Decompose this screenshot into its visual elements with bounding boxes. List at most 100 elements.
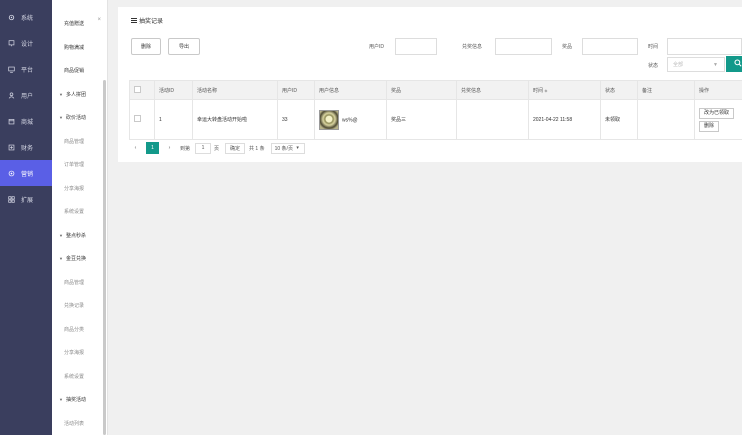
rail-item-marketing[interactable]: 营销 (0, 160, 52, 186)
rail-item-user[interactable]: 用户 (0, 82, 52, 108)
page-size-select[interactable]: 10 条/页 ▾ (270, 142, 305, 154)
desktop-icon (8, 66, 15, 73)
submenu-item-exchange-records[interactable]: 兑换记录 (52, 294, 107, 318)
goto-page-input[interactable]: 1 (195, 142, 212, 154)
submenu-item-recharge-gift[interactable]: 充值赠送 (52, 12, 107, 36)
time-cell: 2021-04-22 11:58 (528, 99, 601, 140)
next-page-button[interactable]: › (163, 142, 176, 154)
submenu-group-flash-sale[interactable]: ▼ 整点秒杀 (52, 224, 107, 248)
column-header: 活动ID (154, 80, 193, 100)
user-id-label: 用户ID (369, 44, 385, 50)
rail-item-label: 设计 (21, 41, 34, 48)
goto-confirm-button[interactable]: 确定 (225, 142, 246, 154)
submenu-item-bargain-goods[interactable]: 商品管理 (52, 130, 107, 154)
rail-item-label: 用户 (21, 93, 34, 100)
submenu-item-bargain-orders[interactable]: 订单管理 (52, 153, 107, 177)
delete-button[interactable]: 删除 (131, 38, 161, 55)
user-icon (8, 91, 15, 99)
prize-info-label: 兑奖信息 (462, 44, 483, 50)
submenu-group-lottery[interactable]: ▼ 抽奖活动 (52, 388, 107, 412)
prev-page-button[interactable]: ‹ (129, 142, 142, 154)
close-icon[interactable]: × (97, 17, 101, 23)
monitor-icon (8, 39, 15, 47)
submenu-item-full-reduction[interactable]: 购物满减 (52, 36, 107, 60)
table-row: 1 幸运大转盘活动开始啦 33 ws%@ 奖品三 2021-04-22 11:5… (129, 99, 742, 140)
submenu-group-bean-exchange[interactable]: ▼ 金豆兑换 (52, 247, 107, 271)
select-all-cell (129, 80, 155, 100)
prize-info-cell (456, 99, 529, 140)
rail-item-platform[interactable]: 平台 (0, 56, 52, 82)
remark-cell (637, 99, 695, 140)
main-nav-rail: 系统 设计 平台 用户 商城 财务 营销 扩展 (0, 0, 52, 435)
sub-nav: × 充值赠送 购物满减 商品促销 ▼ 多人拼团 ▼ 砍价活动 商品管理 订单管理 分… (52, 0, 108, 435)
submenu-item-exchange-poster[interactable]: 分享海报 (52, 341, 107, 365)
submenu-item-promotion[interactable]: 商品促销 (52, 59, 107, 83)
list-icon (131, 18, 137, 25)
total-count: 共 1 条 (249, 145, 265, 152)
column-header: 兑奖信息 (456, 80, 529, 100)
page-title: 抽奖记录 (131, 16, 163, 25)
page-1-button[interactable]: 1 (146, 142, 159, 154)
column-header: 状态 (600, 80, 638, 100)
user-id-cell: 33 (277, 99, 315, 140)
avatar (319, 109, 339, 130)
export-button[interactable]: 导出 (168, 38, 200, 55)
column-header: 用户ID (277, 80, 315, 100)
prize-input[interactable] (582, 38, 638, 55)
sort-icon[interactable]: ◆ (544, 88, 547, 93)
user-info-cell: ws%@ (314, 99, 387, 140)
pagination: ‹ 1 › 到第 1 页 确定 共 1 条 10 条/页 ▾ (129, 141, 305, 155)
prize-cell: 奖品三 (386, 99, 457, 140)
rail-item-extend[interactable]: 扩展 (0, 186, 52, 212)
submenu-item-bargain-settings[interactable]: 系统设置 (52, 200, 107, 224)
search-button[interactable] (726, 56, 742, 72)
rail-item-label: 商城 (21, 119, 34, 126)
row-delete-button[interactable]: 删除 (699, 120, 720, 132)
records-table: 活动ID 活动名称 用户ID 用户信息 奖品 兑奖信息 时间 ◆ 状态 备注 操… (129, 80, 742, 140)
goto-label: 到第 (180, 145, 191, 152)
caret-down-icon: ▼ (59, 397, 63, 403)
marketing-icon (8, 170, 15, 177)
column-header-time[interactable]: 时间 ◆ (528, 80, 601, 100)
finance-icon (8, 144, 15, 151)
activity-id-cell: 1 (154, 99, 193, 140)
rail-item-finance[interactable]: 财务 (0, 134, 52, 160)
rail-item-label: 扩展 (21, 197, 34, 204)
rail-item-system[interactable]: 系统 (0, 4, 52, 30)
rail-item-design[interactable]: 设计 (0, 30, 52, 56)
column-header: 用户信息 (314, 80, 387, 100)
page-unit-label: 页 (214, 145, 220, 152)
caret-down-icon: ▼ (59, 232, 63, 238)
submenu-group-bargain[interactable]: ▼ 砍价活动 (52, 106, 107, 130)
user-id-input[interactable] (395, 38, 437, 55)
submenu-group-group-buy[interactable]: ▼ 多人拼团 (52, 83, 107, 107)
rail-item-mall[interactable]: 商城 (0, 108, 52, 134)
rail-item-label: 系统 (21, 15, 34, 22)
actions-cell: 改为已领取 删除 (694, 99, 742, 140)
column-header: 备注 (637, 80, 695, 100)
submenu-item-exchange-category[interactable]: 商品分类 (52, 318, 107, 342)
submenu-item-exchange-settings[interactable]: 系统设置 (52, 365, 107, 389)
time-range-input[interactable] (667, 38, 742, 55)
chevron-down-icon: ▾ (296, 145, 299, 151)
submenu-scrollbar[interactable] (103, 80, 106, 435)
status-cell: 未领取 (600, 99, 638, 140)
rail-item-label: 营销 (21, 171, 34, 178)
activity-name-cell: 幸运大转盘活动开始啦 (192, 99, 278, 140)
caret-down-icon: ▼ (59, 256, 63, 262)
rail-item-label: 财务 (21, 145, 34, 152)
submenu-item-exchange-goods[interactable]: 商品管理 (52, 271, 107, 295)
lottery-records-panel: 抽奖记录 删除 导出 用户ID 兑奖信息 奖品 时间 状态 全部 ▼ 活动ID … (118, 7, 742, 162)
column-header: 操作 (694, 80, 742, 100)
row-checkbox[interactable] (134, 115, 141, 122)
main-content: 抽奖记录 删除 导出 用户ID 兑奖信息 奖品 时间 状态 全部 ▼ 活动ID … (110, 7, 742, 435)
prize-info-input[interactable] (495, 38, 552, 55)
chevron-down-icon: ▼ (713, 62, 718, 68)
submenu-item-activity-list[interactable]: 活动列表 (52, 412, 107, 435)
mark-claimed-button[interactable]: 改为已领取 (699, 107, 735, 119)
submenu-item-bargain-poster[interactable]: 分享海报 (52, 177, 107, 201)
status-select[interactable]: 全部 ▼ (667, 57, 725, 72)
select-all-checkbox[interactable] (134, 85, 141, 93)
status-label: 状态 (648, 63, 659, 69)
search-icon (734, 59, 742, 69)
